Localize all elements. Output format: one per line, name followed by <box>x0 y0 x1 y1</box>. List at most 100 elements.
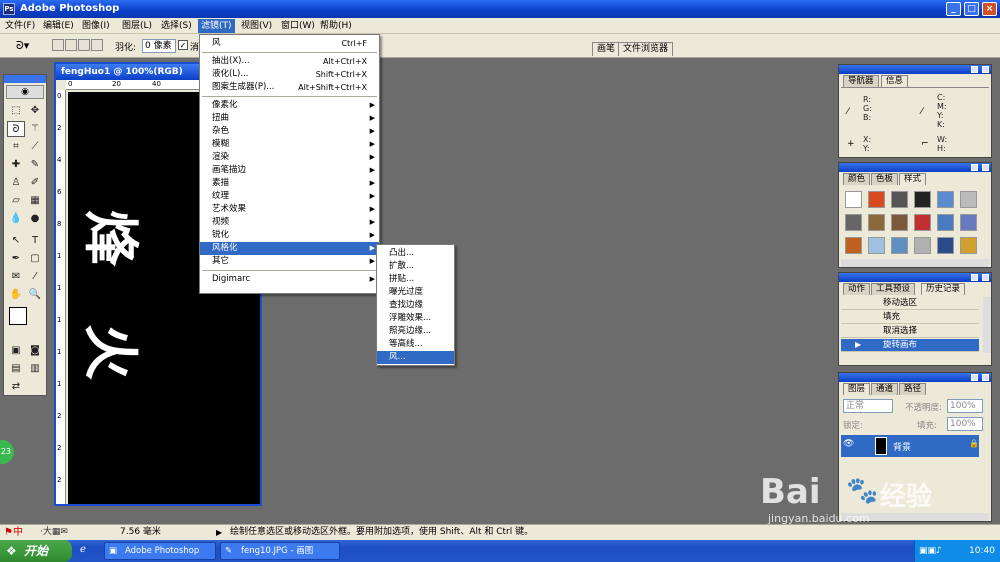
filter-menu-item[interactable]: 液化(L)... Shift+Ctrl+X <box>200 68 379 81</box>
style-swatch[interactable] <box>845 214 862 231</box>
layer-row-background[interactable]: 👁 背景 🔒 <box>841 435 979 457</box>
blur-tool-icon[interactable]: 💧 <box>7 211 25 227</box>
filter-menu-item[interactable]: 图案生成器(P)... Alt+Shift+Ctrl+X <box>200 81 379 94</box>
style-swatch[interactable] <box>845 191 862 208</box>
tab-layers[interactable]: 图层 <box>843 383 871 395</box>
lasso-tool-icon[interactable]: ᘐ▾ <box>16 39 29 53</box>
menu-layer[interactable]: 图层(L) <box>119 19 155 33</box>
filter-menu-item[interactable]: 模糊 ▶ <box>200 138 379 151</box>
filter-menu-item[interactable]: 杂色 ▶ <box>200 125 379 138</box>
panel-close-icon[interactable] <box>982 274 989 281</box>
tab-swatches[interactable]: 色板 <box>871 173 899 185</box>
eye-visibility-icon[interactable]: 👁 <box>843 439 854 449</box>
adobe-online-icon[interactable]: ◉ <box>6 85 44 99</box>
stylize-submenu-item[interactable]: 查找边缘 <box>377 299 454 312</box>
taskbar-item-photoshop[interactable]: ▣ Adobe Photoshop <box>104 542 216 560</box>
history-item[interactable]: 移动选区 <box>841 297 979 310</box>
stylize-submenu-item[interactable]: 照亮边缘... <box>377 325 454 338</box>
style-swatch[interactable] <box>937 214 954 231</box>
style-swatch[interactable] <box>914 191 931 208</box>
fullscreen-mode-icon[interactable]: ▥ <box>26 361 44 377</box>
notification-badge[interactable]: 23 <box>0 440 14 464</box>
panel-minimize-icon[interactable] <box>971 374 978 381</box>
brush-tool-icon[interactable]: ✎ <box>26 157 44 173</box>
standard-mode-icon[interactable]: ▣ <box>7 343 25 359</box>
stylize-submenu-item[interactable]: 拼贴... <box>377 273 454 286</box>
foreground-color-swatch[interactable] <box>9 307 27 325</box>
style-swatch[interactable] <box>845 237 862 254</box>
style-swatch[interactable] <box>960 191 977 208</box>
filter-menu-item[interactable]: 渲染 ▶ <box>200 151 379 164</box>
stylize-submenu-item[interactable]: 浮雕效果... <box>377 312 454 325</box>
tab-styles[interactable]: 样式 <box>899 173 927 185</box>
add-selection-icon[interactable] <box>65 39 77 51</box>
minimize-button[interactable]: _ <box>946 2 961 16</box>
tab-file-browser[interactable]: 文件浏览器 <box>618 42 674 56</box>
tray-icons[interactable]: ▣▣♪ <box>919 540 942 562</box>
eyedropper-icon[interactable]: ⁄ <box>26 269 44 285</box>
stylize-submenu-item[interactable]: 等高线... <box>377 338 454 351</box>
blend-mode-select[interactable]: 正常 <box>843 399 893 413</box>
panel-close-icon[interactable] <box>982 66 989 73</box>
tab-history[interactable]: 历史记录 <box>921 283 966 295</box>
slice-tool-icon[interactable]: ⟋ <box>26 139 44 155</box>
imageready-icon[interactable]: ⇄ <box>7 379 25 395</box>
crop-tool-icon[interactable]: ⌗ <box>7 139 25 155</box>
history-scrollbar[interactable] <box>983 297 991 353</box>
opacity-input[interactable]: 100% <box>947 399 983 413</box>
menu-view[interactable]: 视图(V) <box>238 19 275 33</box>
style-swatch[interactable] <box>960 237 977 254</box>
tab-tool-presets[interactable]: 工具预设 <box>871 283 916 295</box>
filter-menu-item[interactable]: 锐化 ▶ <box>200 229 379 242</box>
style-swatch[interactable] <box>914 237 931 254</box>
menu-select[interactable]: 选择(S) <box>158 19 195 33</box>
filter-menu-item[interactable]: 画笔描边 ▶ <box>200 164 379 177</box>
hand-tool-icon[interactable]: ✋ <box>7 287 25 303</box>
subtract-selection-icon[interactable] <box>78 39 90 51</box>
tab-channels[interactable]: 通道 <box>871 383 899 395</box>
filter-menu-item[interactable]: 素描 ▶ <box>200 177 379 190</box>
filter-menu-item[interactable]: 其它 ▶ <box>200 255 379 268</box>
stylize-submenu-item[interactable]: 扩散... <box>377 260 454 273</box>
close-button[interactable]: × <box>982 2 997 16</box>
ime-indicator[interactable]: ⚑中 <box>4 525 23 540</box>
type-tool-icon[interactable]: T <box>26 233 44 249</box>
menu-image[interactable]: 图像(I) <box>79 19 113 33</box>
panel-minimize-icon[interactable] <box>971 274 978 281</box>
zoom-tool-icon[interactable]: 🔍 <box>26 287 44 303</box>
stylize-submenu-item[interactable]: 凸出... <box>377 247 454 260</box>
quickmask-mode-icon[interactable]: ◙ <box>26 343 44 359</box>
style-swatch[interactable] <box>868 214 885 231</box>
tab-color[interactable]: 颜色 <box>843 173 871 185</box>
antialias-checkbox[interactable]: ✓ <box>178 40 188 50</box>
style-swatch[interactable] <box>937 191 954 208</box>
gradient-tool-icon[interactable]: ▦ <box>26 193 44 209</box>
start-button[interactable]: ❖ 开始 <box>0 540 72 562</box>
filter-menu-item[interactable]: 扭曲 ▶ <box>200 112 379 125</box>
stylize-submenu-item[interactable]: 曝光过度 <box>377 286 454 299</box>
style-swatch[interactable] <box>960 214 977 231</box>
menu-filter[interactable]: 滤镜(T) <box>198 19 235 33</box>
quicklaunch-ie-icon[interactable]: ℯ <box>80 544 86 555</box>
marquee-tool-icon[interactable]: ⬚ <box>7 103 25 119</box>
clone-stamp-icon[interactable]: ♙ <box>7 175 25 191</box>
style-swatch[interactable] <box>914 214 931 231</box>
new-selection-icon[interactable] <box>52 39 64 51</box>
healing-brush-icon[interactable]: ✚ <box>7 157 25 173</box>
tab-info[interactable]: 信息 <box>881 75 909 87</box>
style-swatch[interactable] <box>868 237 885 254</box>
filter-menu-item[interactable]: 艺术效果 ▶ <box>200 203 379 216</box>
style-swatch[interactable] <box>891 191 908 208</box>
pen-tool-icon[interactable]: ✒ <box>7 251 25 267</box>
style-swatch[interactable] <box>891 237 908 254</box>
screen-mode-icon[interactable]: ▤ <box>7 361 25 377</box>
magic-wand-icon[interactable]: ⚚ <box>26 121 44 137</box>
history-item[interactable]: 填充 <box>841 311 979 324</box>
ime-toolbar-icons[interactable]: ·大▦✉ <box>40 525 68 540</box>
eraser-tool-icon[interactable]: ▱ <box>7 193 25 209</box>
history-item-selected[interactable]: 旋转画布 <box>841 339 979 352</box>
filter-menu-item[interactable]: 视频 ▶ <box>200 216 379 229</box>
tab-actions[interactable]: 动作 <box>843 283 871 295</box>
maximize-button[interactable]: □ <box>964 2 979 16</box>
menu-file[interactable]: 文件(F) <box>2 19 38 33</box>
